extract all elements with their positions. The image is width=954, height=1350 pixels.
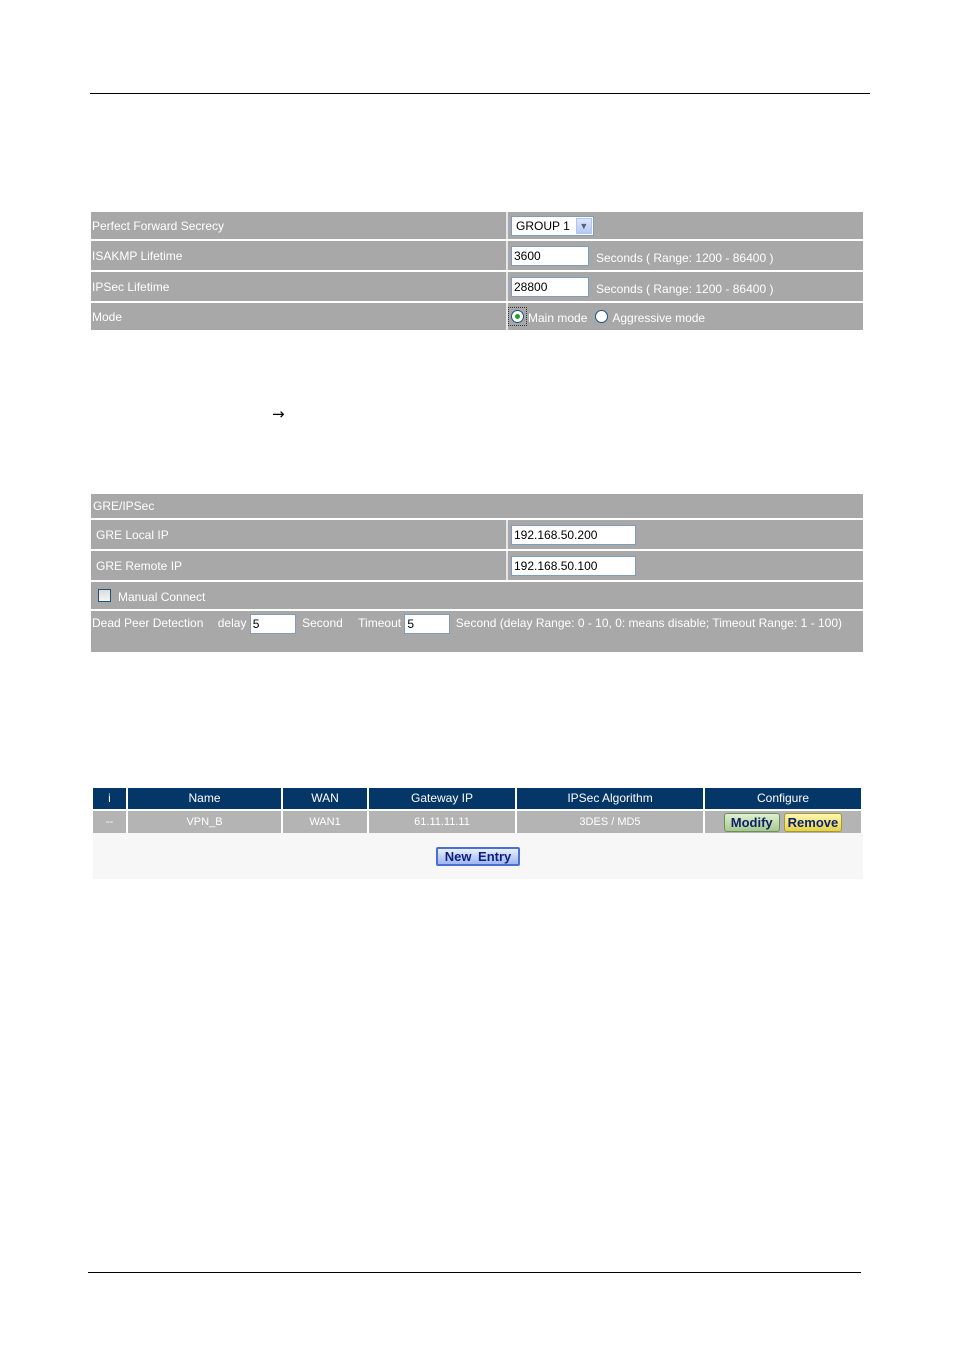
radio-selected-dot — [515, 314, 520, 319]
list-footer: New Entry — [93, 833, 863, 879]
pfs-select[interactable]: GROUP 1 ▼ — [511, 215, 594, 236]
gre-local-ip-input[interactable] — [511, 524, 636, 545]
column-header-gateway-ip: Gateway IP — [369, 788, 515, 809]
ipsec-lifetime-input[interactable] — [511, 276, 589, 297]
main-mode-label[interactable]: Main mode — [528, 308, 587, 325]
dpd-row: Dead Peer Detection delay Second Timeout… — [91, 611, 863, 652]
dpd-delay-input[interactable] — [249, 614, 296, 634]
table-row: -- VPN_B WAN1 61.11.11.11 3DES / MD5 Mod… — [93, 809, 863, 833]
cell-configure: Modify Remove — [705, 811, 861, 833]
isakmp-lifetime-input[interactable] — [511, 245, 589, 266]
main-mode-radio[interactable] — [511, 310, 524, 323]
column-header-wan: WAN — [283, 788, 367, 809]
gre-settings-table: GRE/IPSec GRE Local IP GRE Remote IP Man… — [91, 494, 863, 654]
list-header-row: i Name WAN Gateway IP IPSec Algorithm Co… — [93, 788, 863, 809]
isakmp-lifetime-label: ISAKMP Lifetime — [92, 248, 183, 263]
header-divider — [90, 93, 870, 94]
mode-label: Mode — [92, 309, 123, 324]
chevron-down-icon[interactable]: ▼ — [575, 217, 592, 234]
dpd-delay-label: delay — [217, 616, 247, 630]
aggressive-mode-radio[interactable] — [595, 310, 609, 323]
pfs-row: Perfect Forward Secrecy GROUP 1 ▼ — [91, 212, 863, 239]
dpd-delay-unit: Second — [302, 616, 343, 630]
gre-header: GRE/IPSec — [93, 499, 155, 513]
ipsec-lifetime-label: IPSec Lifetime — [92, 279, 170, 294]
gre-local-ip-row: GRE Local IP — [91, 520, 863, 549]
column-header-configure: Configure — [705, 788, 861, 809]
column-header-index: i — [93, 788, 126, 809]
gre-remote-ip-label: GRE Remote IP — [96, 558, 183, 573]
gre-header-row: GRE/IPSec — [91, 494, 863, 518]
new-entry-button[interactable]: New Entry — [435, 846, 521, 866]
cell-index: -- — [93, 811, 126, 833]
column-header-ipsec-algorithm: IPSec Algorithm — [517, 788, 703, 809]
manual-connect-checkbox[interactable] — [98, 589, 111, 602]
pfs-select-value: GROUP 1 — [516, 218, 570, 233]
remove-button[interactable]: Remove — [783, 812, 843, 832]
pfs-label: Perfect Forward Secrecy — [92, 218, 225, 233]
gre-local-ip-label: GRE Local IP — [96, 527, 169, 542]
isakmp-lifetime-row: ISAKMP Lifetime Seconds ( Range: 1200 - … — [91, 241, 863, 270]
column-header-name: Name — [128, 788, 281, 809]
dpd-timeout-label: Timeout — [358, 616, 402, 630]
manual-connect-label[interactable]: Manual Connect — [118, 587, 205, 604]
mode-row: Mode Main mode Aggressive mode — [91, 303, 863, 330]
arrow-right-icon: → — [272, 405, 285, 423]
vpn-tunnel-list: i Name WAN Gateway IP IPSec Algorithm Co… — [93, 788, 863, 879]
dpd-timeout-input[interactable] — [404, 614, 451, 634]
cell-name: VPN_B — [128, 811, 281, 833]
modify-button[interactable]: Modify — [723, 812, 780, 832]
isakmp-lifetime-hint: Seconds ( Range: 1200 - 86400 ) — [596, 250, 774, 265]
cell-gateway-ip: 61.11.11.11 — [369, 811, 515, 833]
gre-remote-ip-input[interactable] — [511, 555, 636, 576]
gre-remote-ip-row: GRE Remote IP — [91, 551, 863, 580]
aggressive-mode-label[interactable]: Aggressive mode — [612, 308, 705, 325]
ipsec-lifetime-row: IPSec Lifetime Seconds ( Range: 1200 - 8… — [91, 272, 863, 301]
footer-divider — [88, 1272, 861, 1273]
ike-settings-table: Perfect Forward Secrecy GROUP 1 ▼ ISAKMP… — [91, 212, 863, 332]
cell-ipsec-algorithm: 3DES / MD5 — [517, 811, 703, 833]
dpd-hint: Second (delay Range: 0 - 10, 0: means di… — [455, 616, 842, 630]
dpd-label: Dead Peer Detection — [92, 616, 204, 630]
ipsec-lifetime-hint: Seconds ( Range: 1200 - 86400 ) — [596, 281, 774, 296]
main-mode-radio-wrap[interactable] — [508, 307, 527, 326]
cell-wan: WAN1 — [283, 811, 367, 833]
manual-connect-row: Manual Connect — [91, 582, 863, 609]
